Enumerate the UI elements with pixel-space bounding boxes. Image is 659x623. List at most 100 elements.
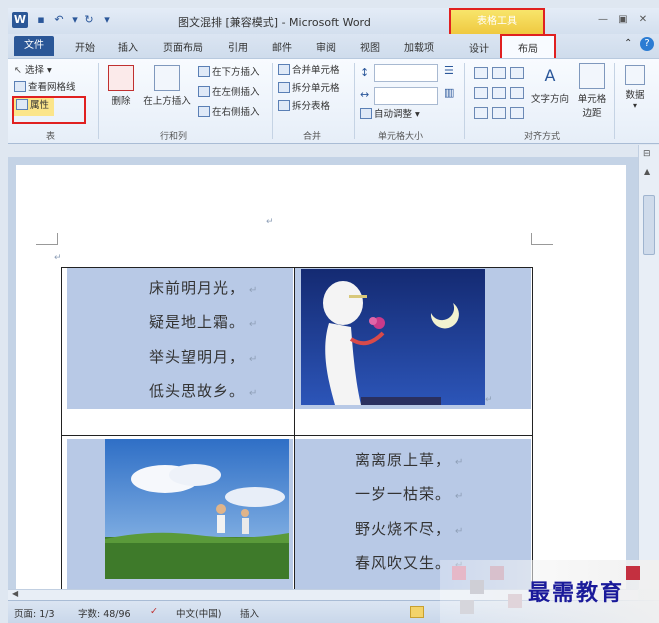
ribbon-layout: ↖ 选择 ▾ 查看网格线 属性 表 删除 在上方插入 在下方插入 在左侧插入 在…	[8, 58, 659, 144]
cell-margins-button[interactable]: 单元格 边距	[574, 63, 610, 119]
insert-right-icon	[198, 106, 210, 117]
properties-red-box	[12, 96, 86, 124]
window-title: 图文混排 [兼容模式] - Microsoft Word	[178, 16, 371, 29]
row-height-icon: ↕	[360, 66, 370, 79]
undo-icon[interactable]: ↶	[52, 13, 66, 27]
help-icon[interactable]: ?	[640, 37, 654, 51]
watermark-text: 最需教育	[528, 580, 625, 606]
page-count[interactable]: 页面: 1/3	[14, 606, 55, 620]
group-label-table: 表	[46, 132, 56, 142]
align-top-left-icon[interactable]	[474, 67, 488, 79]
split-cells-button[interactable]: 拆分单元格	[278, 81, 340, 97]
align-bottom-left-icon[interactable]	[474, 107, 488, 119]
align-center-right-icon[interactable]	[510, 87, 524, 99]
minimize-icon[interactable]: —	[596, 13, 610, 27]
tab-mailings[interactable]: 邮件	[272, 39, 292, 54]
text-direction-button[interactable]: A 文字方向	[528, 63, 572, 105]
insert-above-button[interactable]: 在上方插入	[142, 65, 192, 107]
group-separator	[614, 63, 615, 139]
vertical-scrollbar[interactable]: ⊟ ▲	[638, 145, 659, 589]
table-cell-image2[interactable]	[67, 439, 293, 589]
poem-line: 低头思故乡。 ↵	[149, 382, 259, 400]
insert-right-button[interactable]: 在右侧插入	[198, 105, 260, 121]
scroll-up-icon[interactable]: ▲	[644, 167, 650, 176]
close-icon[interactable]: ✕	[636, 13, 650, 27]
poem-line: 野火烧不尽， ↵	[355, 520, 465, 538]
view-print-layout-icon[interactable]	[410, 606, 424, 618]
moon-figure-image	[301, 269, 485, 405]
table-cell-poem1[interactable]: 床前明月光， ↵ 疑是地上霜。 ↵ 举头望明月， ↵ 低头思故乡。 ↵	[67, 267, 293, 409]
watermark-mosaic	[460, 600, 474, 614]
distribute-rows-icon[interactable]: ☰	[444, 63, 454, 79]
document-area: ↵ ↵ 床前明月光，↵ 疑是地上霜。↵ 举头望明月，↵ 低头思故乡。↵	[8, 157, 638, 589]
tab-layout[interactable]: 布局	[518, 40, 538, 55]
align-top-center-icon[interactable]	[492, 67, 506, 79]
redo-icon[interactable]: ↻	[82, 13, 96, 27]
watermark-mosaic	[626, 566, 640, 580]
scroll-left-icon[interactable]: ◀	[12, 589, 18, 598]
align-center-icon[interactable]	[492, 87, 506, 99]
ruler-toggle-icon[interactable]: ⊟	[643, 149, 651, 159]
data-dropdown-icon: ▾	[632, 101, 637, 110]
table-border	[294, 267, 295, 589]
split-table-button[interactable]: 拆分表格	[278, 99, 330, 115]
insert-mode[interactable]: 插入	[240, 606, 259, 620]
proofing-icon[interactable]: ✓	[150, 606, 158, 617]
undo-dropdown-icon[interactable]: ▾	[68, 13, 82, 27]
document-page: ↵ ↵ 床前明月光，↵ 疑是地上霜。↵ 举头望明月，↵ 低头思故乡。↵	[16, 165, 626, 589]
language-indicator[interactable]: 中文(中国)	[176, 606, 221, 620]
text-direction-icon: A	[544, 66, 556, 85]
merge-cells-button[interactable]: 合并单元格	[278, 63, 340, 79]
column-width-input[interactable]	[374, 87, 438, 105]
align-bottom-right-icon[interactable]	[510, 107, 524, 119]
view-gridlines-button[interactable]: 查看网格线	[14, 80, 76, 96]
group-label-merge: 合并	[303, 132, 322, 142]
tab-page-layout[interactable]: 页面布局	[163, 39, 203, 54]
column-width-icon: ↔	[360, 88, 370, 101]
tab-view[interactable]: 视图	[360, 39, 380, 54]
tab-home[interactable]: 开始	[75, 39, 95, 54]
delete-icon	[108, 65, 134, 91]
vertical-scroll-thumb[interactable]	[643, 195, 655, 255]
distribute-columns-icon[interactable]: ▥	[444, 85, 454, 101]
split-table-icon	[278, 100, 290, 111]
autofit-button[interactable]: 自动调整 ▾	[360, 107, 420, 123]
word-count[interactable]: 字数: 48/96	[78, 606, 131, 620]
align-center-left-icon[interactable]	[474, 87, 488, 99]
group-label-cell-size: 单元格大小	[378, 132, 424, 142]
autofit-icon	[360, 108, 372, 119]
insert-left-button[interactable]: 在左侧插入	[198, 85, 260, 101]
tab-review[interactable]: 审阅	[316, 39, 336, 54]
tab-insert[interactable]: 插入	[118, 39, 138, 54]
tab-addins[interactable]: 加载项	[404, 39, 434, 54]
document-table[interactable]: 床前明月光， ↵ 疑是地上霜。 ↵ 举头望明月， ↵ 低头思故乡。 ↵ ↵ 离离…	[61, 267, 533, 589]
word-logo-icon[interactable]: W	[12, 12, 28, 28]
customize-quick-access-icon[interactable]: ▾	[100, 13, 114, 27]
group-separator	[272, 63, 273, 139]
word-window: W ▪ ↶ ▾ ↻ ▾ 图文混排 [兼容模式] - Microsoft Word…	[0, 0, 659, 623]
table-cell-image1[interactable]: ↵	[295, 267, 531, 409]
group-label-rows-cols: 行和列	[160, 132, 188, 142]
tab-references[interactable]: 引用	[228, 39, 248, 54]
ribbon-collapse-icon[interactable]: ⌃	[624, 38, 632, 49]
ruler	[8, 145, 659, 157]
select-button[interactable]: ↖ 选择 ▾	[14, 63, 52, 79]
poem-line: 举头望明月， ↵	[149, 348, 259, 366]
tab-design[interactable]: 设计	[469, 40, 489, 55]
gridlines-icon	[14, 81, 26, 92]
insert-left-icon	[198, 86, 210, 97]
insert-below-button[interactable]: 在下方插入	[198, 65, 260, 81]
poem-line: 床前明月光， ↵	[149, 279, 259, 297]
restore-icon[interactable]: ▣	[616, 13, 630, 27]
align-bottom-center-icon[interactable]	[492, 107, 506, 119]
delete-button[interactable]: 删除	[104, 65, 138, 107]
data-icon	[625, 65, 645, 85]
tab-file[interactable]: 文件	[14, 36, 54, 56]
data-button[interactable]: 数据 ▾	[618, 65, 652, 110]
table-tools-context-label: 表格工具	[449, 8, 545, 36]
watermark-mosaic	[470, 580, 484, 594]
save-icon[interactable]: ▪	[34, 13, 48, 27]
table-border	[532, 267, 533, 589]
align-top-right-icon[interactable]	[510, 67, 524, 79]
row-height-input[interactable]	[374, 64, 438, 82]
